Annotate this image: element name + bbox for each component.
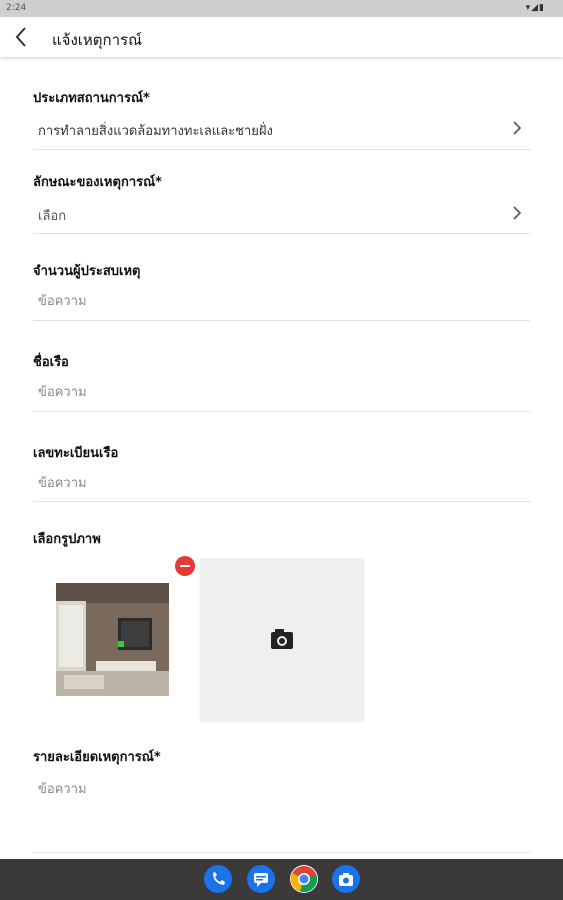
divider [33,320,530,321]
incident-nature-value[interactable]: เลือก [38,205,66,226]
camera-app-icon[interactable] [332,865,360,893]
victims-count-label: จำนวนผู้ประสบเหตุ [33,264,141,279]
camera-icon [271,629,293,649]
incident-details-input[interactable]: ข้อความ [38,778,87,799]
room-photo-image [56,583,169,696]
victims-count-field[interactable]: จำนวนผู้ประสบเหตุ ข้อความ [33,260,530,321]
phone-icon[interactable] [204,865,232,893]
divider [33,233,530,234]
incident-nature-label: ลักษณะของเหตุการณ์* [33,175,162,190]
status-bar: 2:24 ▾◢▮ [0,0,563,17]
status-indicators: ▾◢▮ [525,3,545,13]
message-glyph [254,873,268,887]
ship-name-field[interactable]: ชื่อเรือ ข้อความ [33,351,530,412]
situation-type-value[interactable]: การทำลายสิ่งแวดล้อมทางทะเลและชายฝั่ง [38,120,273,141]
victims-count-input[interactable]: ข้อความ [38,290,87,311]
chevron-right-icon[interactable] [510,121,524,135]
chevron-right-icon[interactable] [510,206,524,220]
situation-type-label: ประเภทสถานการณ์* [33,91,150,106]
camera-glyph [339,873,353,886]
divider [33,852,530,853]
divider [33,501,530,502]
add-photo-button[interactable] [200,558,364,721]
status-time: 2:24 [6,3,27,13]
ship-registration-input[interactable]: ข้อความ [38,472,87,493]
images-section: เลือกรูปภาพ [33,528,530,548]
chrome-glyph [290,866,318,893]
phone-glyph [213,872,225,885]
chrome-icon[interactable] [290,865,318,893]
ship-registration-label: เลขทะเบียนเรือ [33,446,119,461]
incident-details-field[interactable]: รายละเอียดเหตุการณ์* ข้อความ [33,746,530,854]
images-label: เลือกรูปภาพ [33,532,101,547]
divider [33,411,530,412]
app-bar: แจ้งเหตุการณ์ [0,17,563,57]
situation-type-field[interactable]: ประเภทสถานการณ์* การทำลายสิ่งแวดล้อมทางท… [33,87,530,150]
divider [33,149,530,150]
incident-details-label: รายละเอียดเหตุการณ์* [33,750,161,765]
ship-name-label: ชื่อเรือ [33,355,69,370]
incident-nature-field[interactable]: ลักษณะของเหตุการณ์* เลือก [33,171,530,234]
messages-icon[interactable] [247,865,275,893]
taskbar [0,859,563,900]
arrow-back-icon[interactable] [10,25,34,49]
page-title: แจ้งเหตุการณ์ [52,31,143,49]
ship-name-input[interactable]: ข้อความ [38,381,87,402]
ship-registration-field[interactable]: เลขทะเบียนเรือ ข้อความ [33,442,530,503]
remove-image-button[interactable] [175,556,195,576]
selected-image-thumbnail[interactable] [56,583,169,696]
